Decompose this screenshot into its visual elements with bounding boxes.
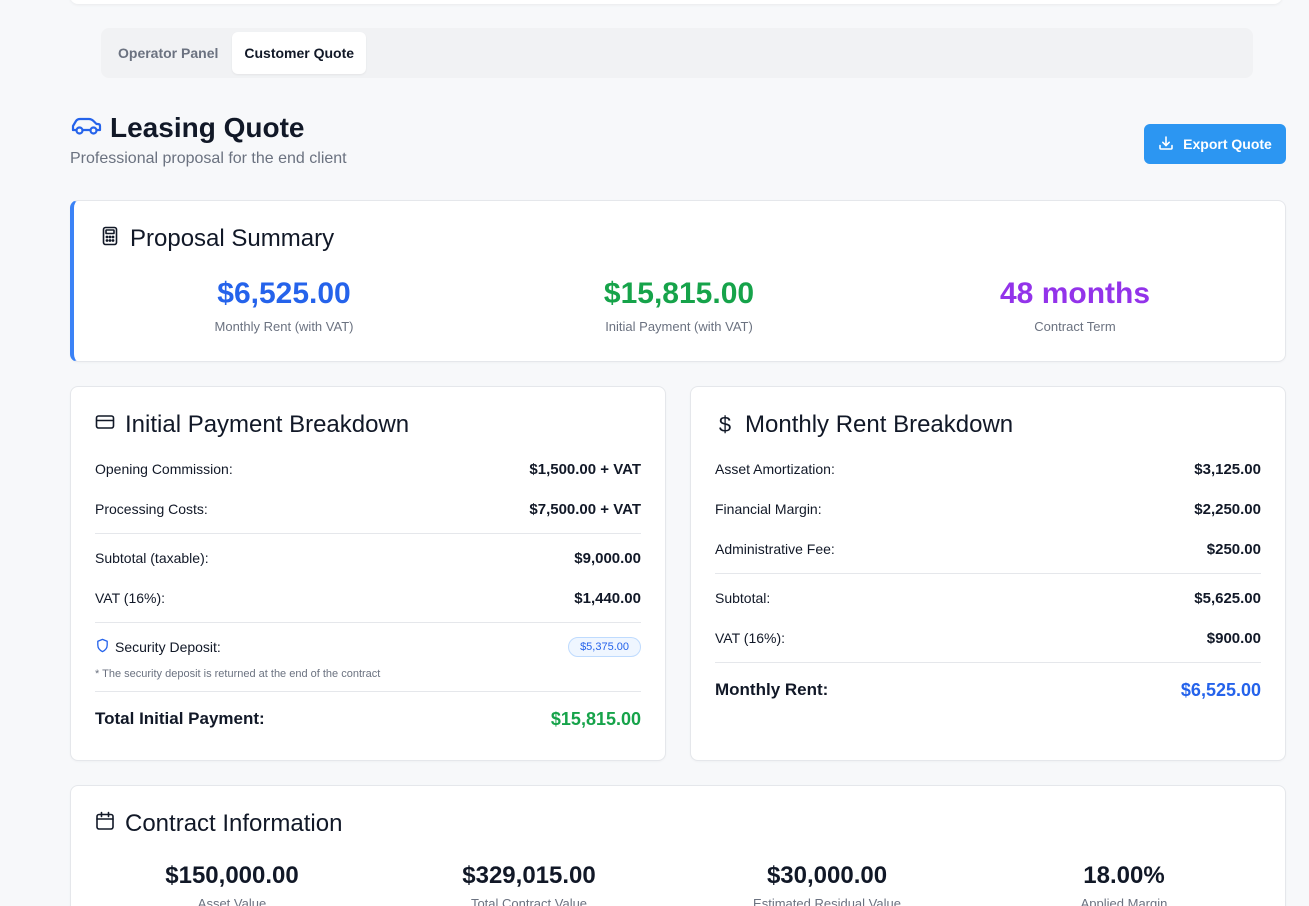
administrative-fee-label: Administrative Fee: bbox=[715, 541, 835, 557]
page-header: Leasing Quote Professional proposal for … bbox=[70, 112, 347, 168]
initial-subtotal-row: Subtotal (taxable): $9,000.00 bbox=[95, 538, 641, 578]
divider bbox=[95, 691, 641, 692]
initial-payment-value: $15,815.00 bbox=[603, 277, 755, 310]
asset-value-stat: $150,000.00 Asset Value bbox=[102, 862, 362, 906]
monthly-vat-value: $900.00 bbox=[1206, 629, 1261, 647]
total-initial-payment-label: Total Initial Payment: bbox=[95, 709, 265, 728]
monthly-rent-card: $ Monthly Rent Breakdown Asset Amortizat… bbox=[690, 386, 1286, 761]
asset-amortization-row: Asset Amortization: $3,125.00 bbox=[715, 449, 1261, 489]
page-title: Leasing Quote bbox=[110, 112, 305, 143]
total-initial-payment-value: $15,815.00 bbox=[550, 708, 641, 729]
administrative-fee-value: $250.00 bbox=[1206, 540, 1261, 558]
divider bbox=[95, 533, 641, 534]
asset-value-value: $150,000.00 bbox=[165, 862, 299, 889]
monthly-rent-total-label: Monthly Rent: bbox=[715, 680, 829, 699]
monthly-rent-value: $6,525.00 bbox=[217, 277, 351, 310]
applied-margin-label: Applied Margin bbox=[1080, 896, 1168, 906]
financial-margin-label: Financial Margin: bbox=[715, 501, 822, 517]
initial-subtotal-value: $9,000.00 bbox=[574, 549, 641, 567]
processing-costs-label: Processing Costs: bbox=[95, 501, 208, 517]
proposal-summary-card: Proposal Summary $6,525.00 Monthly Rent … bbox=[70, 200, 1286, 362]
residual-value-value: $30,000.00 bbox=[766, 862, 888, 889]
page-subtitle: Professional proposal for the end client bbox=[70, 150, 347, 167]
monthly-rent-total-value: $6,525.00 bbox=[1180, 679, 1261, 700]
processing-costs-value: $7,500.00 + VAT bbox=[529, 500, 641, 518]
financial-margin-value: $2,250.00 bbox=[1194, 500, 1261, 518]
monthly-subtotal-row: Subtotal: $5,625.00 bbox=[715, 578, 1261, 618]
contract-information-card: Contract Information $150,000.00 Asset V… bbox=[70, 785, 1286, 906]
export-quote-label: Export Quote bbox=[1183, 136, 1272, 152]
monthly-vat-row: VAT (16%): $900.00 bbox=[715, 618, 1261, 658]
dollar-icon: $ bbox=[718, 412, 732, 437]
contract-term-value: 48 months bbox=[999, 277, 1151, 310]
security-deposit-note: * The security deposit is returned at th… bbox=[95, 668, 381, 680]
download-icon bbox=[1158, 135, 1174, 154]
opening-commission-value: $1,500.00 + VAT bbox=[529, 460, 641, 478]
initial-vat-row: VAT (16%): $1,440.00 bbox=[95, 578, 641, 618]
financial-margin-row: Financial Margin: $2,250.00 bbox=[715, 489, 1261, 529]
opening-commission-label: Opening Commission: bbox=[95, 461, 233, 477]
divider bbox=[95, 622, 641, 623]
security-deposit-row: Security Deposit: $5,375.00 bbox=[95, 627, 641, 667]
applied-margin-value: 18.00% bbox=[1083, 862, 1165, 889]
contract-term-stat: 48 months Contract Term bbox=[925, 277, 1225, 334]
proposal-summary-title: Proposal Summary bbox=[130, 225, 335, 252]
monthly-rent-total-row: Monthly Rent: $6,525.00 bbox=[715, 667, 1261, 713]
initial-payment-title: Initial Payment Breakdown bbox=[125, 411, 410, 438]
initial-subtotal-label: Subtotal (taxable): bbox=[95, 550, 209, 566]
monthly-vat-label: VAT (16%): bbox=[715, 630, 786, 646]
tab-operator-panel[interactable]: Operator Panel bbox=[106, 32, 230, 74]
view-tabs: Operator Panel Customer Quote bbox=[101, 28, 1253, 78]
tab-customer-quote[interactable]: Customer Quote bbox=[232, 32, 367, 74]
initial-vat-label: VAT (16%): bbox=[95, 590, 166, 606]
opening-commission-row: Opening Commission: $1,500.00 + VAT bbox=[95, 449, 641, 489]
initial-payment-label: Initial Payment (with VAT) bbox=[605, 319, 753, 334]
administrative-fee-row: Administrative Fee: $250.00 bbox=[715, 529, 1261, 569]
credit-card-icon bbox=[95, 411, 115, 439]
total-contract-value-value: $329,015.00 bbox=[462, 862, 596, 889]
security-deposit-badge: $5,375.00 bbox=[568, 637, 641, 657]
processing-costs-row: Processing Costs: $7,500.00 + VAT bbox=[95, 489, 641, 529]
divider bbox=[715, 573, 1261, 574]
total-contract-value-stat: $329,015.00 Total Contract Value bbox=[399, 862, 659, 906]
residual-value-stat: $30,000.00 Estimated Residual Value bbox=[697, 862, 957, 906]
shield-icon bbox=[95, 638, 110, 656]
car-icon bbox=[70, 114, 102, 143]
asset-amortization-label: Asset Amortization: bbox=[715, 461, 835, 477]
calendar-icon bbox=[95, 810, 115, 838]
contract-information-title: Contract Information bbox=[125, 810, 343, 837]
divider bbox=[715, 662, 1261, 663]
initial-payment-stat: $15,815.00 Initial Payment (with VAT) bbox=[529, 277, 829, 334]
export-quote-button[interactable]: Export Quote bbox=[1144, 124, 1286, 164]
monthly-rent-label: Monthly Rent (with VAT) bbox=[214, 319, 354, 334]
monthly-subtotal-label: Subtotal: bbox=[715, 590, 771, 606]
applied-margin-stat: 18.00% Applied Margin bbox=[994, 862, 1254, 906]
asset-amortization-value: $3,125.00 bbox=[1194, 460, 1261, 478]
initial-vat-value: $1,440.00 bbox=[574, 589, 641, 607]
monthly-subtotal-value: $5,625.00 bbox=[1194, 589, 1261, 607]
asset-value-label: Asset Value bbox=[197, 896, 267, 906]
total-initial-payment-row: Total Initial Payment: $15,815.00 bbox=[95, 696, 641, 742]
calculator-icon bbox=[100, 225, 120, 253]
contract-term-label: Contract Term bbox=[1034, 319, 1116, 334]
top-bar-edge bbox=[70, 0, 1282, 4]
initial-payment-card: Initial Payment Breakdown Opening Commis… bbox=[70, 386, 666, 761]
monthly-rent-stat: $6,525.00 Monthly Rent (with VAT) bbox=[134, 277, 434, 334]
security-deposit-label: Security Deposit: bbox=[115, 639, 221, 655]
residual-value-label: Estimated Residual Value bbox=[753, 896, 901, 906]
monthly-rent-title: Monthly Rent Breakdown bbox=[745, 411, 1014, 438]
total-contract-value-label: Total Contract Value bbox=[470, 896, 588, 906]
